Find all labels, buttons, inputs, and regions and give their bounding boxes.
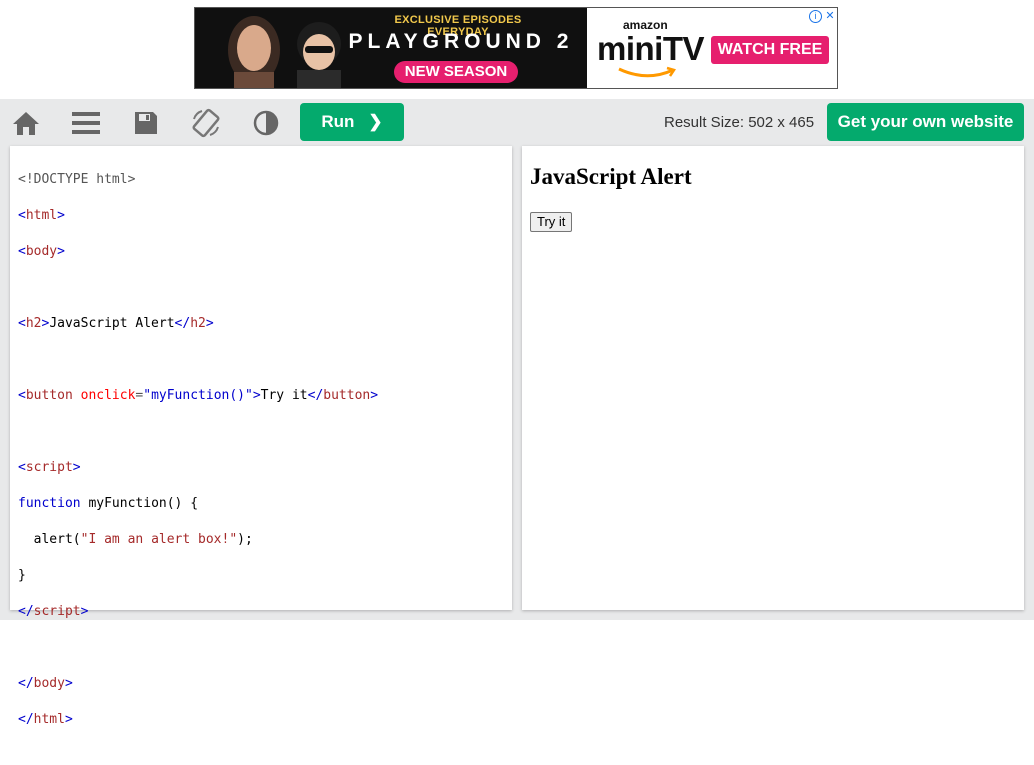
code-token: ); bbox=[237, 532, 253, 547]
code-token: Try it bbox=[260, 388, 308, 403]
code-token: myFunction() { bbox=[80, 496, 199, 511]
ad-info-icon[interactable]: i bbox=[809, 10, 822, 23]
ad-left-panel: EXCLUSIVE EPISODES EVERYDAY PLAYGROUND 2… bbox=[195, 8, 587, 88]
code-token: > bbox=[205, 316, 214, 331]
code-token: alert( bbox=[18, 532, 81, 547]
code-editor[interactable]: <!DOCTYPE html> <html> <body> <h2>JavaSc… bbox=[10, 146, 512, 765]
code-token: > bbox=[64, 676, 73, 691]
code-line: <html> bbox=[18, 207, 512, 225]
code-token: body bbox=[33, 676, 65, 691]
ad-season-badge: NEW SEASON bbox=[394, 61, 518, 83]
code-token: button bbox=[25, 388, 73, 403]
code-token: h2 bbox=[190, 316, 206, 331]
toolbar: Run ❯ Result Size: 502 x 465 Get your own… bbox=[0, 99, 1034, 146]
code-token: body bbox=[25, 244, 58, 259]
ad-close-icon[interactable]: ✕ bbox=[823, 9, 837, 23]
ad-watch-button[interactable]: WATCH FREE bbox=[711, 36, 829, 64]
code-line: alert("I am an alert box!"); bbox=[18, 531, 512, 549]
code-token: } bbox=[18, 568, 26, 583]
code-token: > bbox=[57, 208, 65, 223]
code-token: < bbox=[18, 208, 26, 223]
contrast-icon[interactable] bbox=[250, 107, 282, 139]
ad-brand-mini: mini bbox=[597, 30, 663, 67]
code-token: </ bbox=[18, 676, 34, 691]
ad-show-title: PLAYGROUND 2 bbox=[348, 30, 574, 53]
code-line: <script> bbox=[18, 459, 512, 477]
code-token: script bbox=[25, 460, 73, 475]
home-icon[interactable] bbox=[10, 107, 42, 139]
code-token: </ bbox=[18, 604, 34, 619]
get-own-website-button[interactable]: Get your own website bbox=[827, 103, 1024, 141]
code-token: > bbox=[64, 712, 73, 727]
run-label: Run bbox=[321, 112, 355, 131]
code-token: html bbox=[25, 208, 58, 223]
code-token: script bbox=[33, 604, 81, 619]
code-token: JavaScript Alert bbox=[49, 316, 175, 331]
amazon-smile-icon bbox=[618, 66, 676, 78]
code-token: > bbox=[57, 244, 65, 259]
ad-brand: miniTV bbox=[597, 30, 705, 68]
code-token: > bbox=[370, 388, 379, 403]
code-line: <button onclick="myFunction()">Try it</b… bbox=[18, 387, 512, 405]
run-button[interactable]: Run ❯ bbox=[300, 103, 404, 141]
ad-right-panel: amazon miniTV WATCH FREE i ✕ bbox=[587, 8, 837, 88]
code-line: function myFunction() { bbox=[18, 495, 512, 513]
ad-brand-tv: TV bbox=[662, 30, 705, 67]
code-token: button bbox=[323, 388, 371, 403]
code-token: < bbox=[18, 316, 26, 331]
code-token: < bbox=[18, 244, 26, 259]
ad-people-image bbox=[228, 16, 341, 88]
code-token: </ bbox=[307, 388, 324, 403]
code-doctype: <!DOCTYPE html> bbox=[18, 172, 136, 187]
code-token: h2 bbox=[25, 316, 42, 331]
code-token: </ bbox=[18, 712, 34, 727]
menu-icon[interactable] bbox=[70, 107, 102, 139]
ad-banner[interactable]: EXCLUSIVE EPISODES EVERYDAY PLAYGROUND 2… bbox=[194, 7, 838, 89]
code-token: < bbox=[18, 388, 26, 403]
code-line: } bbox=[18, 567, 512, 585]
code-line: <body> bbox=[18, 243, 512, 261]
code-editor-panel[interactable]: <!DOCTYPE html> <html> <body> <h2>JavaSc… bbox=[10, 146, 512, 727]
result-panel: JavaScript Alert Try it bbox=[522, 146, 1024, 610]
code-token: "I am an alert box!" bbox=[80, 532, 238, 547]
code-token: < bbox=[18, 460, 26, 475]
code-line: </html> bbox=[18, 711, 512, 729]
result-heading: JavaScript Alert bbox=[530, 164, 692, 189]
code-token: function bbox=[18, 496, 81, 511]
code-token: > bbox=[252, 388, 261, 403]
result-size-text: Result Size: 502 x 465 bbox=[664, 114, 815, 131]
code-line: </script> bbox=[18, 603, 512, 621]
code-line: <h2>JavaScript Alert</h2> bbox=[18, 315, 512, 333]
save-icon[interactable] bbox=[130, 107, 162, 139]
code-token: > bbox=[72, 460, 81, 475]
code-token: > bbox=[80, 604, 89, 619]
code-token: "myFunction()" bbox=[143, 388, 253, 403]
editor-area: <!DOCTYPE html> <html> <body> <h2>JavaSc… bbox=[0, 146, 1034, 727]
code-token: html bbox=[33, 712, 65, 727]
code-token: onclick bbox=[72, 388, 136, 403]
code-token: </ bbox=[174, 316, 191, 331]
rotate-icon[interactable] bbox=[190, 107, 222, 139]
code-line: <!DOCTYPE html> bbox=[18, 171, 512, 189]
try-it-button[interactable]: Try it bbox=[530, 212, 573, 232]
chevron-right-icon: ❯ bbox=[368, 112, 383, 131]
code-line: </body> bbox=[18, 675, 512, 693]
